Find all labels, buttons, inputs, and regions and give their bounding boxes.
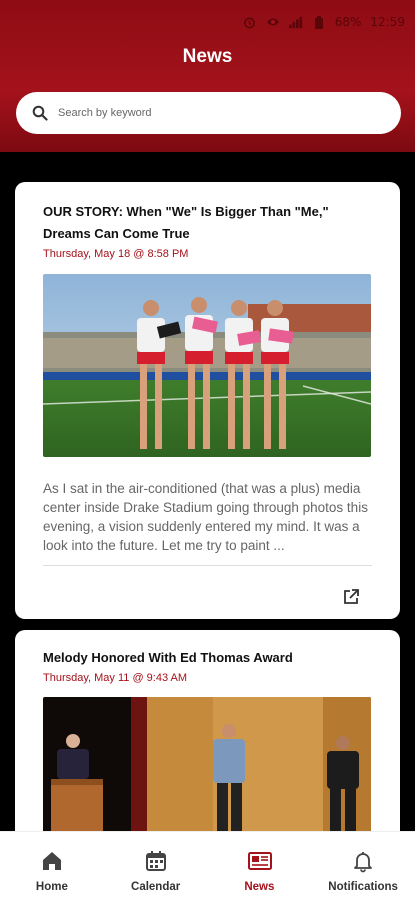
article-photo-award[interactable] [43, 697, 371, 847]
article-date: Thursday, May 11 @ 9:43 AM [43, 672, 188, 684]
page-title: News [182, 46, 233, 67]
search-icon [32, 105, 48, 121]
card-divider [43, 565, 372, 566]
bottom-tab-bar: Home Calendar News Notifications [0, 831, 415, 900]
signal-icon [288, 15, 303, 29]
clock: 12:59 [370, 15, 405, 29]
search-input[interactable] [58, 107, 358, 119]
eye-icon [266, 15, 280, 29]
article-excerpt: As I sat in the air-conditioned (that wa… [43, 481, 368, 553]
newspaper-icon [247, 849, 273, 873]
battery-percent: 68% [334, 15, 362, 29]
article-photo-runners[interactable] [43, 274, 371, 457]
calendar-icon [144, 849, 168, 873]
tab-news[interactable]: News [208, 832, 311, 893]
battery-icon [312, 15, 326, 29]
bell-icon [351, 849, 375, 873]
home-icon [40, 849, 64, 873]
tab-label: News [244, 881, 275, 893]
status-bar: 68% 12:59 [243, 12, 405, 32]
article-title[interactable]: OUR STORY: When "We" Is Bigger Than "Me,… [43, 182, 372, 245]
tab-notifications[interactable]: Notifications [312, 832, 415, 893]
external-link-icon[interactable] [342, 588, 360, 606]
tab-label: Notifications [328, 881, 398, 893]
tab-calendar[interactable]: Calendar [104, 832, 207, 893]
alarm-icon [243, 15, 257, 29]
search-bar[interactable] [16, 92, 401, 134]
article-date: Thursday, May 18 @ 8:58 PM [43, 248, 189, 260]
news-card[interactable]: OUR STORY: When "We" Is Bigger Than "Me,… [15, 182, 400, 619]
tab-label: Home [35, 881, 68, 893]
header: 68% 12:59 News [0, 0, 415, 152]
article-title[interactable]: Melody Honored With Ed Thomas Award [43, 630, 372, 669]
tab-label: Calendar [131, 881, 181, 893]
tab-home[interactable]: Home [0, 832, 103, 893]
